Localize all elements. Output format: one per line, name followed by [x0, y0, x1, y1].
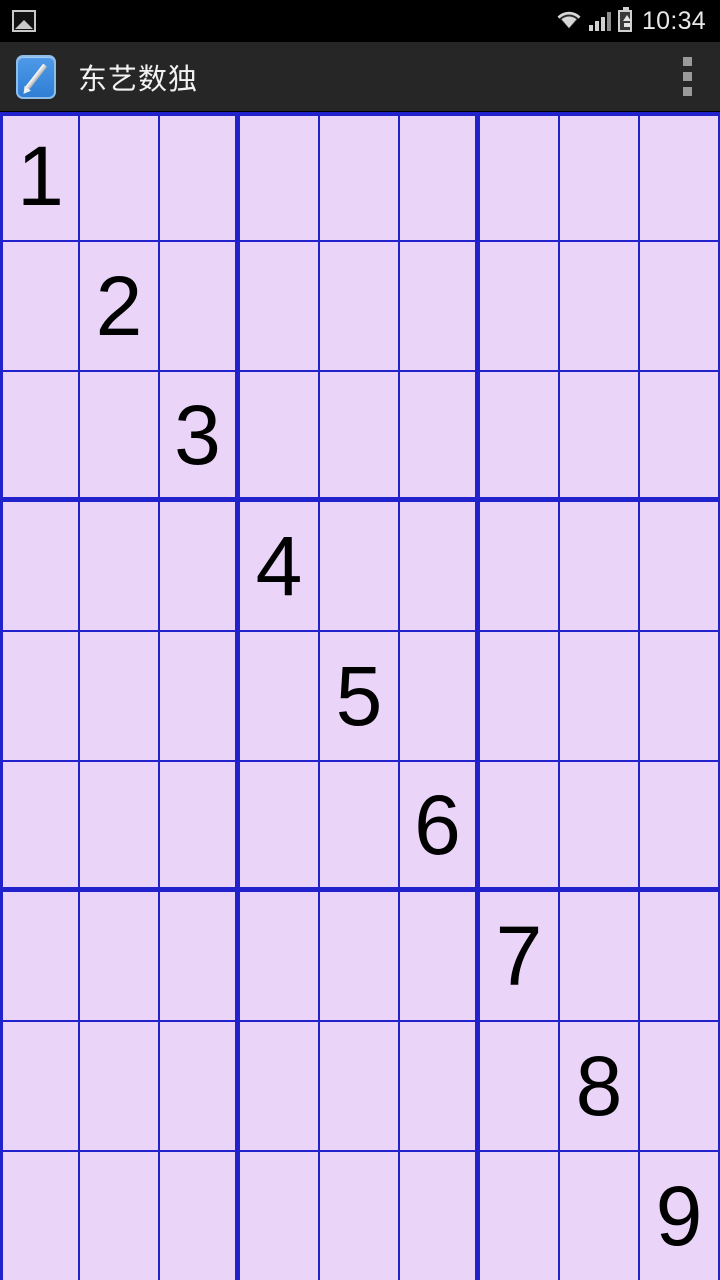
sudoku-cell-r2-c4[interactable]	[240, 242, 320, 372]
sudoku-cell-r2-c1[interactable]	[0, 242, 80, 372]
sudoku-cell-r9-c3[interactable]	[160, 1152, 240, 1280]
sudoku-cell-r1-c4[interactable]	[240, 112, 320, 242]
sudoku-cell-r6-c8[interactable]	[560, 762, 640, 892]
sudoku-cell-r4-c5[interactable]	[320, 502, 400, 632]
sudoku-cell-r8-c7[interactable]	[480, 1022, 560, 1152]
status-time: 10:34	[641, 6, 706, 35]
sudoku-cell-r1-c3[interactable]	[160, 112, 240, 242]
sudoku-cell-r2-c8[interactable]	[560, 242, 640, 372]
sudoku-cell-r8-c4[interactable]	[240, 1022, 320, 1152]
sudoku-cell-r8-c3[interactable]	[160, 1022, 240, 1152]
sudoku-cell-r4-c3[interactable]	[160, 502, 240, 632]
sudoku-cell-r1-c9[interactable]	[640, 112, 720, 242]
sudoku-cell-r3-c6[interactable]	[400, 372, 480, 502]
sudoku-cell-r9-c2[interactable]	[80, 1152, 160, 1280]
sudoku-cell-r7-c6[interactable]	[400, 892, 480, 1022]
sudoku-cell-r5-c2[interactable]	[80, 632, 160, 762]
sudoku-cell-r1-c6[interactable]	[400, 112, 480, 242]
sudoku-cell-r1-c7[interactable]	[480, 112, 560, 242]
sudoku-cell-r4-c6[interactable]	[400, 502, 480, 632]
cellular-signal-icon	[588, 11, 611, 31]
sudoku-cell-r2-c6[interactable]	[400, 242, 480, 372]
pencil-glyph	[24, 63, 48, 90]
sudoku-cell-r4-c2[interactable]	[80, 502, 160, 632]
sudoku-cell-r9-c6[interactable]	[400, 1152, 480, 1280]
app-title: 东艺数独	[78, 63, 199, 96]
photo-icon	[12, 10, 36, 32]
sudoku-cell-r8-c6[interactable]	[400, 1022, 480, 1152]
sudoku-cell-r7-c7[interactable]: 7	[480, 892, 560, 1022]
sudoku-cell-r3-c2[interactable]	[80, 372, 160, 502]
sudoku-cell-r9-c5[interactable]	[320, 1152, 400, 1280]
sudoku-cell-r9-c1[interactable]	[0, 1152, 80, 1280]
sudoku-cell-r5-c9[interactable]	[640, 632, 720, 762]
sudoku-cell-r5-c4[interactable]	[240, 632, 320, 762]
wifi-icon	[556, 11, 582, 31]
sudoku-cell-r2-c5[interactable]	[320, 242, 400, 372]
sudoku-cell-r4-c4[interactable]: 4	[240, 502, 320, 632]
sudoku-cell-r7-c1[interactable]	[0, 892, 80, 1022]
sudoku-cell-r2-c2[interactable]: 2	[80, 242, 160, 372]
sudoku-cell-r3-c1[interactable]	[0, 372, 80, 502]
sudoku-cell-r7-c5[interactable]	[320, 892, 400, 1022]
sudoku-cell-r1-c1[interactable]: 1	[0, 112, 80, 242]
sudoku-cell-r2-c3[interactable]	[160, 242, 240, 372]
sudoku-cell-r6-c6[interactable]: 6	[400, 762, 480, 892]
sudoku-cell-r9-c4[interactable]	[240, 1152, 320, 1280]
sudoku-cell-r6-c4[interactable]	[240, 762, 320, 892]
sudoku-board[interactable]: 123456789 CBI 天地在游戏在 游戏天地 CbiGame.com	[0, 112, 720, 1280]
sudoku-cell-r9-c9[interactable]: 9	[640, 1152, 720, 1280]
sudoku-cell-r4-c7[interactable]	[480, 502, 560, 632]
sudoku-cell-r6-c5[interactable]	[320, 762, 400, 892]
sudoku-cell-r6-c9[interactable]	[640, 762, 720, 892]
sudoku-cell-r8-c5[interactable]	[320, 1022, 400, 1152]
status-bar: 10:34	[0, 0, 720, 42]
sudoku-cell-r5-c7[interactable]	[480, 632, 560, 762]
sudoku-cell-r3-c7[interactable]	[480, 372, 560, 502]
sudoku-cell-r7-c9[interactable]	[640, 892, 720, 1022]
sudoku-cell-r4-c9[interactable]	[640, 502, 720, 632]
battery-charging-icon	[617, 7, 632, 32]
sudoku-cell-r1-c8[interactable]	[560, 112, 640, 242]
sudoku-cell-r8-c9[interactable]	[640, 1022, 720, 1152]
sudoku-cell-r2-c7[interactable]	[480, 242, 560, 372]
grid-top-border	[0, 112, 720, 116]
sudoku-cell-r7-c2[interactable]	[80, 892, 160, 1022]
action-bar: 东艺数独	[0, 42, 720, 112]
sudoku-cell-r9-c7[interactable]	[480, 1152, 560, 1280]
sudoku-cell-r3-c8[interactable]	[560, 372, 640, 502]
sudoku-cell-r5-c1[interactable]	[0, 632, 80, 762]
sudoku-cell-r5-c5[interactable]: 5	[320, 632, 400, 762]
sudoku-cell-r1-c5[interactable]	[320, 112, 400, 242]
sudoku-cell-r8-c1[interactable]	[0, 1022, 80, 1152]
sudoku-cell-r1-c2[interactable]	[80, 112, 160, 242]
sudoku-cell-r3-c5[interactable]	[320, 372, 400, 502]
sudoku-cell-r9-c8[interactable]	[560, 1152, 640, 1280]
sudoku-cell-r7-c3[interactable]	[160, 892, 240, 1022]
sudoku-cell-r8-c2[interactable]	[80, 1022, 160, 1152]
sudoku-cell-r5-c8[interactable]	[560, 632, 640, 762]
sudoku-cell-r5-c6[interactable]	[400, 632, 480, 762]
sudoku-cell-r6-c7[interactable]	[480, 762, 560, 892]
status-bar-right: 10:34	[556, 6, 706, 35]
sudoku-cell-r5-c3[interactable]	[160, 632, 240, 762]
overflow-menu-icon[interactable]	[672, 53, 702, 100]
sudoku-cell-r7-c8[interactable]	[560, 892, 640, 1022]
sudoku-cell-r3-c9[interactable]	[640, 372, 720, 502]
sudoku-cell-r8-c8[interactable]: 8	[560, 1022, 640, 1152]
sudoku-grid[interactable]: 123456789	[0, 112, 720, 1280]
sudoku-cell-r3-c4[interactable]	[240, 372, 320, 502]
sudoku-cell-r4-c8[interactable]	[560, 502, 640, 632]
sudoku-cell-r7-c4[interactable]	[240, 892, 320, 1022]
status-bar-left	[12, 10, 36, 32]
app-screen: 10:34 东艺数独 123456789 CBI 天地在游戏在 游戏天地 Cbi…	[0, 0, 720, 1280]
sudoku-cell-r6-c3[interactable]	[160, 762, 240, 892]
sudoku-cell-r2-c9[interactable]	[640, 242, 720, 372]
sudoku-cell-r4-c1[interactable]	[0, 502, 80, 632]
sudoku-cell-r6-c1[interactable]	[0, 762, 80, 892]
pencil-app-icon	[16, 54, 56, 99]
sudoku-cell-r3-c3[interactable]: 3	[160, 372, 240, 502]
sudoku-cell-r6-c2[interactable]	[80, 762, 160, 892]
